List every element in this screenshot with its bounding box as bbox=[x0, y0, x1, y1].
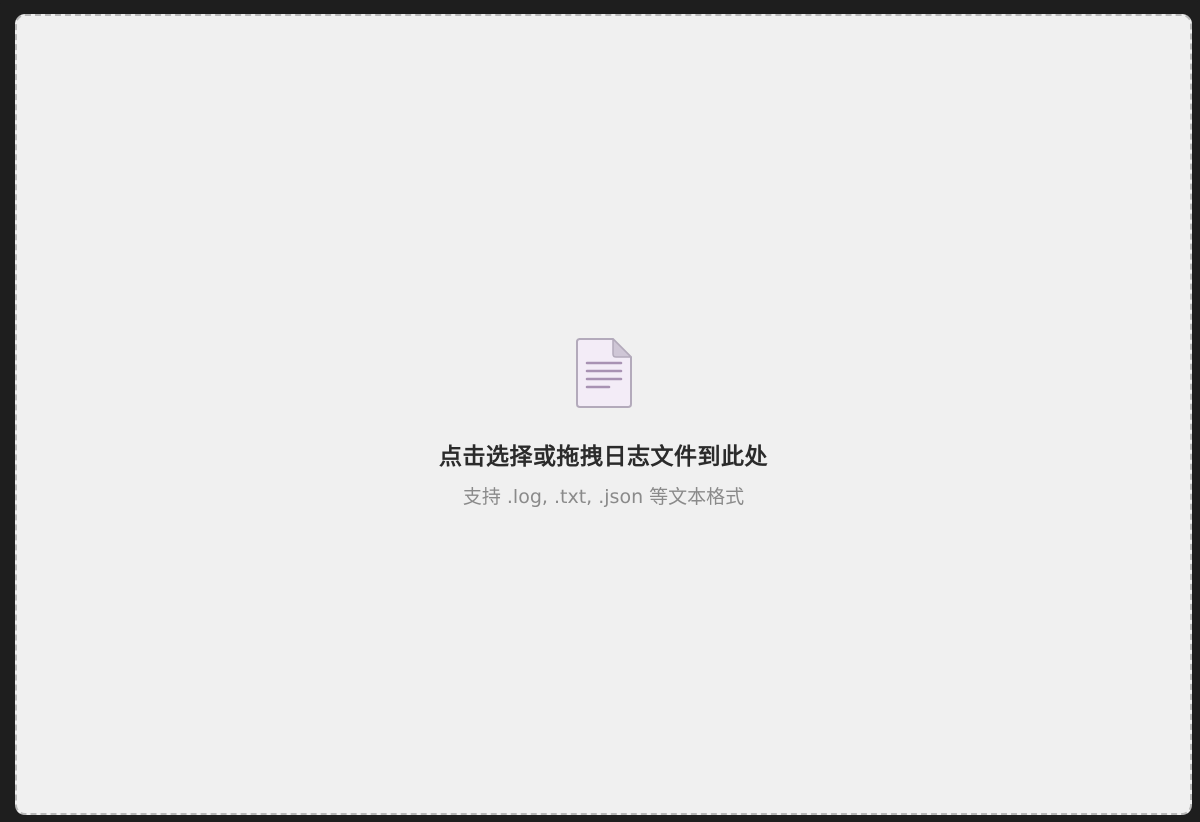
dropzone-subtitle: 支持 .log, .txt, .json 等文本格式 bbox=[462, 486, 745, 508]
app-window: 点击选择或拖拽日志文件到此处 支持 .log, .txt, .json 等文本格… bbox=[0, 0, 1200, 822]
file-dropzone[interactable]: 点击选择或拖拽日志文件到此处 支持 .log, .txt, .json 等文本格… bbox=[15, 14, 1192, 815]
dropzone-title: 点击选择或拖拽日志文件到此处 bbox=[439, 444, 768, 470]
document-icon bbox=[575, 338, 632, 408]
dropzone-content: 点击选择或拖拽日志文件到此处 支持 .log, .txt, .json 等文本格… bbox=[17, 336, 1190, 510]
